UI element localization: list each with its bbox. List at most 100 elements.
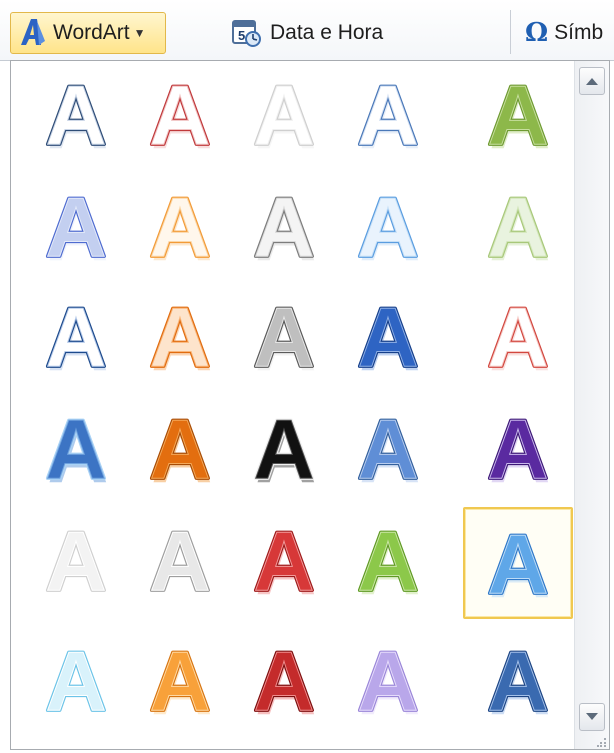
wordart-sample-a: AAA [148, 179, 213, 279]
svg-text:A: A [487, 518, 548, 612]
wordart-style-option[interactable]: AAA [463, 61, 573, 167]
wordart-style-option[interactable]: AAA [463, 627, 573, 733]
wordart-sample-a: AAA [486, 633, 551, 733]
wordart-sample-a: AAA [148, 633, 213, 733]
wordart-sample-a: AAA [356, 513, 421, 613]
wordart-sample-a: AAA [44, 289, 109, 389]
svg-text:A: A [357, 181, 418, 275]
wordart-style-option[interactable]: AAA [23, 61, 129, 167]
wordart-style-option[interactable]: AAA [23, 507, 129, 613]
svg-text:A: A [357, 635, 418, 729]
svg-text:A: A [253, 69, 314, 163]
svg-text:A: A [253, 515, 314, 609]
wordart-sample-a: AAA [252, 401, 317, 501]
wordart-sample-a: AAA [486, 179, 551, 279]
svg-text:A: A [45, 403, 106, 497]
calendar-clock-icon: 5 [232, 20, 261, 47]
wordart-style-option[interactable]: AAA [23, 395, 129, 501]
wordart-style-option[interactable]: AAA [231, 507, 337, 613]
wordart-style-option[interactable]: AAA [127, 173, 233, 279]
svg-text:A: A [253, 635, 314, 729]
svg-text:A: A [487, 69, 548, 163]
wordart-sample-a: AAA [356, 401, 421, 501]
wordart-style-option[interactable]: AAA [335, 61, 441, 167]
wordart-style-option[interactable]: AAA [231, 61, 337, 167]
wordart-style-option[interactable]: AAA [463, 507, 573, 619]
wordart-style-option[interactable]: AAA [127, 61, 233, 167]
wordart-style-option[interactable]: AAA [23, 283, 129, 389]
svg-text:A: A [149, 635, 210, 729]
wordart-sample-a: AAA [148, 289, 213, 389]
ribbon-toolbar: WordArt ▼ 5 Data e Hora Ω Símb [0, 0, 614, 61]
wordart-sample-a: AAA [356, 67, 421, 167]
svg-text:A: A [253, 181, 314, 275]
svg-text:5: 5 [238, 28, 245, 43]
wordart-sample-a: AAA [486, 289, 551, 389]
svg-text:A: A [149, 515, 210, 609]
wordart-sample-a: AAA [486, 67, 551, 167]
wordart-style-option[interactable]: AAA [463, 173, 573, 279]
wordart-style-option[interactable]: AAA [23, 627, 129, 733]
wordart-style-option[interactable]: AAA [335, 283, 441, 389]
scroll-up-arrow-icon [586, 78, 598, 85]
omega-icon: Ω [525, 18, 549, 48]
wordart-sample-a: AAA [486, 516, 551, 616]
wordart-style-option[interactable]: AAA [23, 173, 129, 279]
scroll-down-arrow-icon [586, 713, 598, 720]
svg-text:A: A [357, 515, 418, 609]
date-time-button[interactable]: 5 Data e Hora [232, 12, 383, 54]
wordart-style-option[interactable]: AAA [335, 627, 441, 733]
wordart-style-option[interactable]: AAA [127, 395, 233, 501]
wordart-sample-a: AAA [44, 633, 109, 733]
wordart-sample-a: AAA [486, 401, 551, 501]
wordart-sample-a: AAA [148, 513, 213, 613]
wordart-gallery: AAAAAAAAAAAAAAAAAAAAAAAAAAAAAAAAAAAAAAAA… [10, 60, 610, 750]
wordart-style-option[interactable]: AAA [335, 395, 441, 501]
wordart-style-option[interactable]: AAA [127, 283, 233, 389]
wordart-sample-a: AAA [148, 67, 213, 167]
wordart-button[interactable]: WordArt ▼ [10, 12, 166, 54]
wordart-style-option[interactable]: AAA [463, 283, 573, 389]
svg-text:A: A [487, 181, 548, 275]
wordart-style-option[interactable]: AAA [231, 173, 337, 279]
date-time-label: Data e Hora [270, 21, 384, 44]
wordart-sample-a: AAA [356, 289, 421, 389]
wordart-sample-a: AAA [252, 513, 317, 613]
wordart-sample-a: AAA [252, 67, 317, 167]
wordart-sample-a: AAA [252, 289, 317, 389]
wordart-style-option[interactable]: AAA [231, 283, 337, 389]
svg-text:A: A [253, 291, 314, 385]
svg-text:A: A [487, 403, 548, 497]
svg-text:A: A [149, 181, 210, 275]
scroll-down-button[interactable] [579, 703, 605, 731]
svg-text:A: A [357, 403, 418, 497]
wordart-style-option[interactable]: AAA [463, 395, 573, 501]
wordart-label: WordArt [53, 21, 130, 44]
wordart-sample-a: AAA [356, 633, 421, 733]
wordart-sample-a: AAA [44, 179, 109, 279]
chevron-down-icon: ▼ [133, 26, 146, 40]
wordart-style-option[interactable]: AAA [231, 627, 337, 733]
wordart-sample-a: AAA [252, 633, 317, 733]
wordart-sample-a: AAA [252, 179, 317, 279]
svg-text:A: A [45, 635, 106, 729]
scroll-up-button[interactable] [579, 67, 605, 95]
wordart-sample-a: AAA [44, 401, 109, 501]
svg-text:A: A [45, 515, 106, 609]
symbol-button[interactable]: Ω Símb [525, 12, 603, 54]
wordart-style-option[interactable]: AAA [335, 507, 441, 613]
svg-text:A: A [487, 635, 548, 729]
svg-text:A: A [357, 69, 418, 163]
wordart-style-option[interactable]: AAA [127, 507, 233, 613]
svg-text:A: A [45, 291, 106, 385]
wordart-style-option[interactable]: AAA [335, 173, 441, 279]
resize-grip-icon[interactable] [597, 737, 607, 747]
wordart-style-option[interactable]: AAA [231, 395, 337, 501]
svg-text:A: A [487, 291, 548, 385]
wordart-sample-a: AAA [356, 179, 421, 279]
svg-text:A: A [45, 69, 106, 163]
gallery-scrollbar[interactable] [574, 61, 609, 749]
svg-text:A: A [253, 403, 314, 497]
wordart-style-option[interactable]: AAA [127, 627, 233, 733]
wordart-sample-a: AAA [148, 401, 213, 501]
